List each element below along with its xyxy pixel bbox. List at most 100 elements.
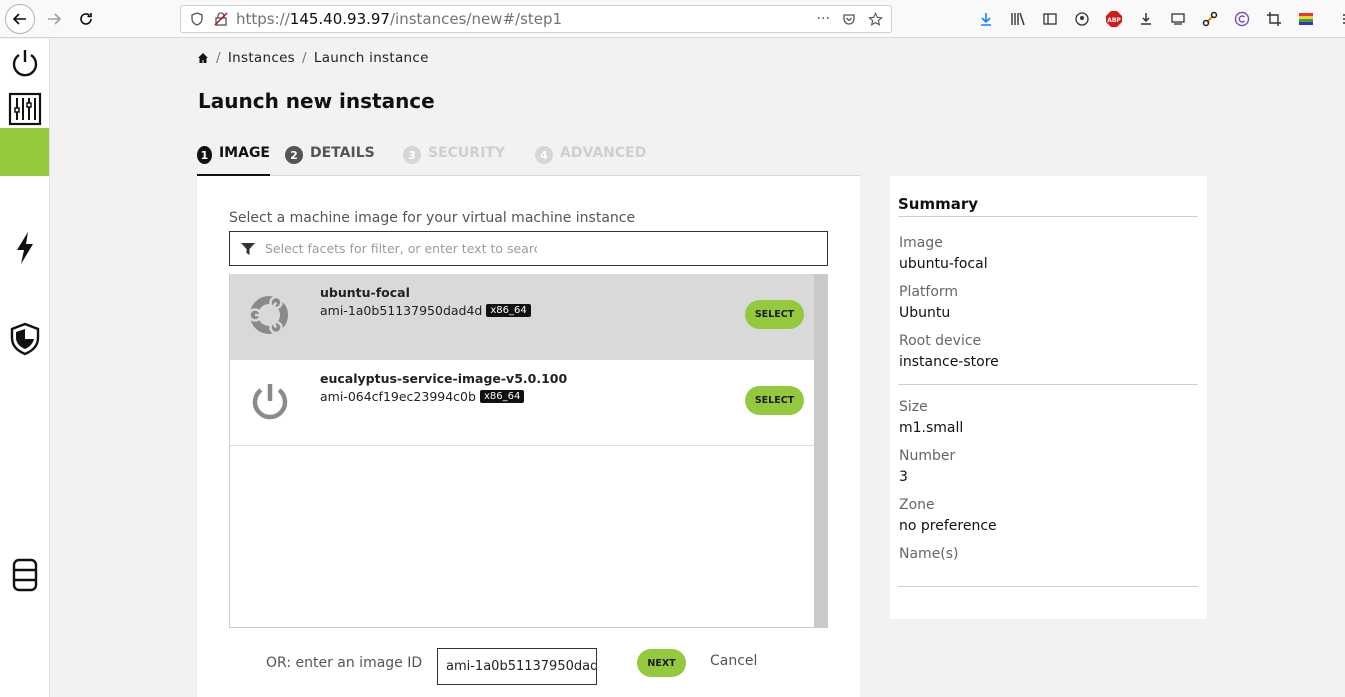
breadcrumb-instances-link[interactable]: Instances (228, 50, 295, 66)
extension-box-icon[interactable] (1167, 8, 1189, 30)
summary-size-value: m1.small (899, 420, 964, 436)
facet-filter-box[interactable] (229, 231, 828, 266)
url-host: 145.40.93.97 (289, 10, 390, 28)
page-actions-icon[interactable]: ··· (817, 11, 830, 27)
step-advanced: 4 ADVANCED (535, 145, 646, 176)
bookmark-star-icon[interactable] (868, 11, 883, 27)
next-button[interactable]: NEXT (637, 649, 686, 677)
link-extension-icon[interactable] (1199, 8, 1221, 30)
shield-icon (10, 322, 39, 356)
image-id: ami-064cf19ec23994c0b (320, 389, 476, 404)
summary-number-label: Number (899, 448, 956, 464)
cancel-link[interactable]: Cancel (710, 653, 757, 669)
arrow-right-icon (48, 13, 62, 25)
filter-funnel-icon (241, 242, 255, 255)
arch-badge: x86_64 (479, 390, 525, 403)
app-sidebar (0, 39, 50, 697)
instances-icon (8, 92, 41, 126)
crop-icon[interactable] (1263, 8, 1285, 30)
breadcrumb: / Instances / Launch instance (197, 50, 429, 66)
image-name: eucalyptus-service-image-v5.0.100 (320, 371, 568, 386)
step-number: 4 (535, 146, 553, 164)
svg-text:ABP: ABP (1107, 17, 1121, 24)
summary-divider (898, 216, 1198, 217)
step-number: 1 (197, 146, 212, 164)
summary-size-label: Size (899, 399, 928, 415)
summary-divider (898, 384, 1198, 385)
image-prompt: Select a machine image for your virtual … (229, 210, 636, 226)
select-image-button[interactable]: SELECT (745, 386, 804, 415)
home-icon[interactable] (197, 52, 209, 64)
image-id-line: ami-1a0b51137950dad4d x86_64 (320, 303, 531, 318)
list-scrollbar[interactable] (814, 274, 827, 627)
reader-sidebar-icon[interactable] (1039, 8, 1061, 30)
image-id-input[interactable] (437, 648, 597, 685)
rainbow-extension-icon[interactable] (1295, 8, 1317, 30)
summary-image-label: Image (899, 235, 943, 251)
image-id-label: OR: enter an image ID (266, 655, 423, 671)
forward-button[interactable] (40, 5, 68, 33)
step-security: 3 SECURITY (403, 145, 505, 176)
sidebar-item-active[interactable] (0, 128, 49, 176)
reload-icon (80, 13, 92, 25)
summary-root-value: instance-store (899, 354, 999, 370)
sidebar-item-power[interactable] (0, 39, 49, 87)
sidebar-item-instances[interactable] (0, 85, 49, 133)
adblock-icon[interactable]: ABP (1103, 8, 1125, 30)
summary-names-label: Name(s) (899, 546, 959, 562)
summary-panel: Summary Image ubuntu-focal Platform Ubun… (890, 176, 1207, 619)
reload-button[interactable] (72, 5, 100, 33)
sidebar-item-storage[interactable] (0, 551, 49, 599)
power-icon (252, 384, 288, 420)
image-step-panel: Select a machine image for your virtual … (197, 176, 860, 697)
summary-platform-value: Ubuntu (899, 305, 951, 321)
page-title: Launch new instance (198, 89, 435, 113)
tracking-shield-icon[interactable] (190, 12, 204, 26)
power-icon (12, 50, 37, 77)
image-id-line: ami-064cf19ec23994c0b x86_64 (320, 389, 525, 404)
lightning-icon (16, 232, 33, 264)
summary-platform-label: Platform (899, 284, 959, 300)
summary-zone-label: Zone (899, 497, 935, 513)
step-label: IMAGE (218, 145, 270, 161)
account-icon[interactable] (1071, 8, 1093, 30)
url-prefix: https:// (236, 10, 290, 28)
step-label: ADVANCED (560, 145, 647, 161)
step-details[interactable]: 2 DETAILS (285, 145, 375, 176)
sidebar-item-lightning[interactable] (0, 224, 49, 272)
select-image-button[interactable]: SELECT (745, 300, 804, 329)
step-number: 2 (285, 146, 303, 164)
step-label: DETAILS (310, 145, 375, 161)
arrow-left-icon (12, 13, 26, 25)
url-text[interactable]: https://145.40.93.97/instances/new#/step… (236, 10, 562, 28)
image-row[interactable]: eucalyptus-service-image-v5.0.100 ami-06… (230, 360, 816, 446)
breadcrumb-current: Launch instance (313, 50, 429, 66)
download-tray-icon[interactable] (1135, 8, 1157, 30)
arch-badge: x86_64 (486, 304, 531, 317)
menu-icon[interactable] (1335, 8, 1345, 30)
summary-image-value: ubuntu-focal (899, 256, 988, 272)
download-arrow-icon[interactable] (975, 8, 997, 30)
summary-divider (898, 586, 1198, 587)
summary-root-label: Root device (899, 333, 982, 349)
step-label: SECURITY (428, 145, 505, 161)
browser-toolbar: https://145.40.93.97/instances/new#/step… (0, 0, 1345, 38)
image-id: ami-1a0b51137950dad4d (320, 303, 483, 318)
facet-search-input[interactable] (265, 241, 537, 256)
image-list: ubuntu-focal ami-1a0b51137950dad4d x86_6… (229, 274, 828, 628)
sidebar-item-security[interactable] (0, 315, 49, 363)
back-button[interactable] (5, 4, 35, 34)
step-number: 3 (403, 146, 421, 164)
summary-number-value: 3 (899, 469, 908, 485)
url-path: /instances/new#/step1 (389, 10, 563, 28)
image-row[interactable]: ubuntu-focal ami-1a0b51137950dad4d x86_6… (230, 274, 816, 360)
library-icon[interactable] (1007, 8, 1029, 30)
storage-icon (12, 558, 37, 592)
address-bar[interactable]: https://145.40.93.97/instances/new#/step… (180, 5, 892, 33)
copyright-icon[interactable] (1231, 8, 1253, 30)
pocket-icon[interactable] (842, 12, 856, 26)
insecure-lock-icon[interactable] (214, 12, 228, 26)
image-name: ubuntu-focal (320, 285, 410, 300)
step-image[interactable]: 1 IMAGE (197, 145, 270, 176)
ubuntu-icon (248, 295, 288, 335)
